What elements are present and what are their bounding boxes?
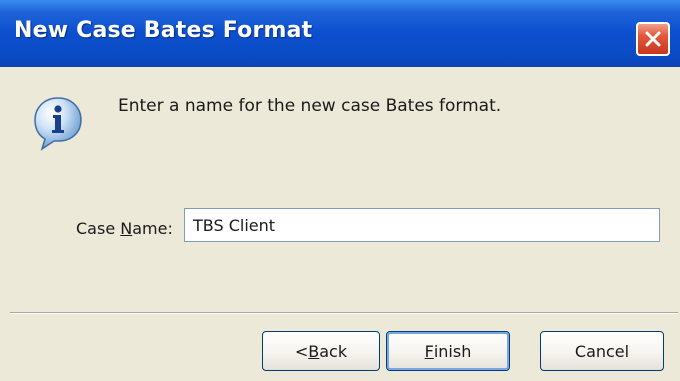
back-button-prefix: < [294, 341, 309, 361]
case-name-label-suffix: ame: [132, 219, 173, 238]
finish-button-suffix: inish [433, 341, 472, 361]
info-icon [34, 97, 82, 151]
case-name-label-prefix: Case [76, 219, 121, 238]
case-name-input[interactable] [184, 208, 660, 242]
button-separator [10, 312, 678, 314]
back-button-accelerator: B [308, 341, 320, 361]
back-button-suffix: ack [319, 341, 348, 361]
case-name-label-accelerator: N [120, 219, 133, 238]
case-name-label: Case Name: [76, 219, 173, 238]
close-icon [645, 31, 661, 47]
title-bar[interactable]: New Case Bates Format [0, 0, 680, 67]
window-title: New Case Bates Format [14, 18, 313, 43]
cancel-button[interactable]: Cancel [540, 331, 664, 371]
close-button[interactable] [636, 22, 670, 56]
instruction-text: Enter a name for the new case Bates form… [118, 96, 502, 116]
finish-button[interactable]: Finish [386, 331, 510, 371]
dialog-window: New Case Bates Format Enter a name for t… [0, 0, 680, 381]
finish-button-accelerator: F [424, 341, 434, 361]
back-button[interactable]: < Back [262, 331, 380, 371]
